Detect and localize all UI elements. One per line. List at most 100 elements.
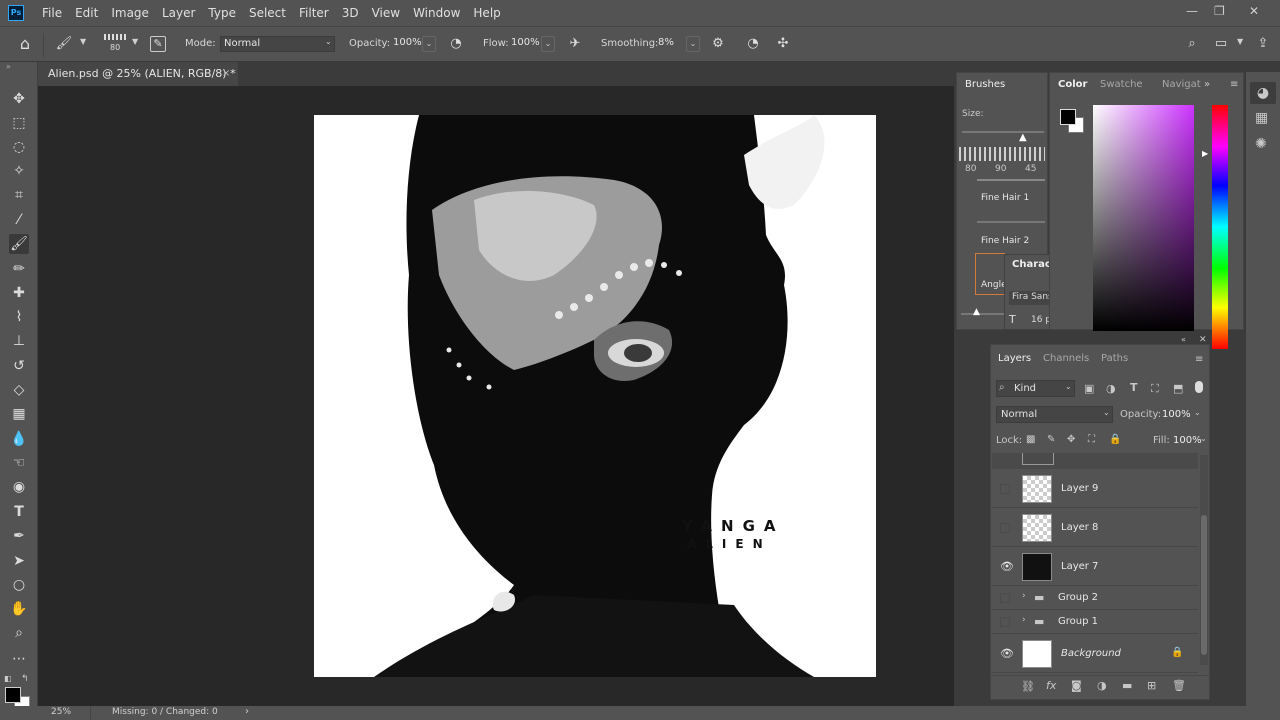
healing-brush-tool-icon[interactable]: ✚	[9, 283, 29, 303]
brush-presets-strip[interactable]	[959, 147, 1045, 161]
menu-filter[interactable]: Filter	[299, 6, 329, 20]
fx-icon[interactable]: fx	[1046, 679, 1056, 692]
layers-scrollbar-thumb[interactable]	[1201, 515, 1207, 655]
share-icon[interactable]: ⇪	[1254, 35, 1272, 53]
layers-scrollbar[interactable]	[1200, 455, 1208, 665]
menu-select[interactable]: Select	[249, 6, 286, 20]
eyedropper-tool-icon[interactable]: ⁄	[9, 210, 29, 230]
filter-toggle-icon[interactable]	[1195, 381, 1203, 393]
chevron-down-icon[interactable]: ▼	[80, 37, 86, 46]
visibility-toggle[interactable]	[1000, 593, 1010, 603]
opacity-input[interactable]: 100%	[390, 36, 422, 52]
filter-type-icon[interactable]: T	[1130, 381, 1138, 394]
tab-navigator[interactable]: Navigat	[1162, 73, 1201, 97]
airbrush-icon[interactable]: ✈	[566, 35, 584, 53]
mode-select[interactable]: Normal	[220, 36, 335, 52]
chevron-right-icon[interactable]: ›	[245, 706, 249, 717]
collapse-toolbox-icon[interactable]: »	[6, 62, 11, 71]
chevron-down-icon[interactable]: ⌄	[1194, 408, 1201, 417]
home-icon[interactable]: ⌂	[16, 35, 34, 53]
layer-opacity-value[interactable]: 100%	[1162, 409, 1191, 420]
brush-preset-fine-hair-2[interactable]: Fine Hair 2	[981, 236, 1029, 246]
brush-bottom-slider-handle[interactable]: ▲	[973, 307, 980, 317]
filter-pixel-icon[interactable]: ▣	[1084, 382, 1094, 395]
lock-artboard-icon[interactable]: ⛶	[1088, 434, 1095, 445]
foreground-color-chip[interactable]	[1060, 109, 1076, 125]
delete-layer-icon[interactable]: 🗑	[1172, 679, 1186, 692]
mixer-brush-tool-icon[interactable]: ⌇	[9, 307, 29, 327]
menu-file[interactable]: File	[42, 6, 62, 20]
panel-menu-icon[interactable]: ≡	[1195, 354, 1203, 365]
color-palette-icon[interactable]: ◕	[1250, 82, 1276, 104]
layer-row-layer-7[interactable]: 👁 Layer 7	[992, 548, 1198, 586]
blur-tool-icon[interactable]: 💧	[9, 429, 29, 449]
clone-stamp-tool-icon[interactable]: ⊥	[9, 331, 29, 351]
ellipse-tool-icon[interactable]: ○	[9, 575, 29, 595]
layer-row-background[interactable]: 👁 Background 🔒	[992, 635, 1198, 673]
menu-layer[interactable]: Layer	[162, 6, 195, 20]
add-mask-icon[interactable]: ◙	[1071, 679, 1082, 692]
tab-paths[interactable]: Paths	[1101, 347, 1128, 371]
lock-position-icon[interactable]: ✥	[1067, 434, 1075, 445]
flow-input[interactable]: 100%	[508, 36, 540, 52]
flow-dropdown-icon[interactable]: ⌄	[541, 36, 555, 52]
hand-tool-icon[interactable]: ✋	[9, 599, 29, 619]
menu-help[interactable]: Help	[473, 6, 500, 20]
layer-list-top-partial[interactable]	[992, 453, 1198, 469]
panel-menu-icon[interactable]: ≡	[1230, 79, 1238, 90]
color-field[interactable]	[1093, 105, 1194, 331]
visibility-toggle[interactable]	[1000, 484, 1010, 494]
tab-channels[interactable]: Channels	[1043, 347, 1089, 371]
layer-row-layer-9[interactable]: Layer 9	[992, 470, 1198, 508]
brush-size-slider[interactable]	[962, 131, 1044, 133]
new-group-icon[interactable]: ▬	[1122, 679, 1132, 692]
lock-transparent-icon[interactable]: ▩	[1026, 434, 1035, 445]
tab-color[interactable]: Color	[1058, 73, 1087, 97]
adjustment-layer-icon[interactable]: ◑	[1097, 679, 1107, 692]
filter-smart-object-icon[interactable]: ⬒	[1173, 382, 1183, 395]
move-tool-icon[interactable]: ✥	[9, 89, 29, 109]
pressure-size-icon[interactable]: ◔	[744, 35, 762, 53]
hue-slider-handle[interactable]: ▶	[1202, 149, 1208, 158]
symmetry-icon[interactable]: ✣	[774, 35, 792, 53]
menu-3d[interactable]: 3D	[342, 6, 359, 20]
foreground-color-swatch[interactable]	[5, 687, 21, 703]
menu-image[interactable]: Image	[111, 6, 149, 20]
marquee-tool-icon[interactable]: ⬚	[9, 113, 29, 133]
layer-row-layer-8[interactable]: Layer 8	[992, 509, 1198, 547]
chevron-down-icon[interactable]: ⌄	[1200, 434, 1207, 443]
smoothing-input[interactable]: 8%	[655, 36, 685, 52]
layer-filter-kind[interactable]: ⌕ Kind ⌄	[996, 380, 1075, 397]
brush-tool-preset-icon[interactable]: 🖌	[55, 35, 73, 53]
document-tab[interactable]: Alien.psd @ 25% (ALIEN, RGB/8) *	[38, 62, 238, 86]
opacity-dropdown-icon[interactable]: ⌄	[422, 36, 436, 52]
dodge-tool-icon[interactable]: ◉	[9, 477, 29, 497]
close-panel-icon[interactable]: ✕	[1199, 335, 1207, 345]
zoom-level[interactable]: 25%	[51, 707, 71, 717]
font-family-field[interactable]: Fira Sans	[1009, 291, 1053, 305]
gradient-tool-icon[interactable]: ▦	[9, 404, 29, 424]
menu-edit[interactable]: Edit	[75, 6, 98, 20]
lasso-tool-icon[interactable]: ◌	[9, 137, 29, 157]
filter-shape-icon[interactable]: ⛶	[1151, 382, 1159, 396]
path-selection-tool-icon[interactable]: ➤	[9, 551, 29, 571]
chevron-down-icon[interactable]: ▼	[132, 37, 138, 46]
close-tab-icon[interactable]: ×	[222, 62, 230, 86]
link-layers-icon[interactable]: ⛓	[1021, 680, 1035, 693]
swatches-grid-icon[interactable]: ▦	[1255, 110, 1268, 126]
tab-layers[interactable]: Layers	[998, 347, 1031, 371]
brush-preset-fine-hair-1[interactable]: Fine Hair 1	[981, 193, 1029, 203]
filter-adjustment-icon[interactable]: ◑	[1106, 382, 1116, 395]
pressure-opacity-icon[interactable]: ◔	[447, 35, 465, 53]
lock-image-icon[interactable]: ✎	[1047, 434, 1055, 445]
document-canvas[interactable]: YANGA ALIEN	[314, 115, 876, 677]
chevron-down-icon[interactable]: ▼	[1237, 37, 1243, 46]
swap-colors-icon[interactable]: ↰	[21, 674, 29, 684]
brush-tool-icon[interactable]: 🖌	[9, 234, 29, 254]
menu-window[interactable]: Window	[413, 6, 460, 20]
chevron-right-icon[interactable]: ›	[1022, 591, 1026, 601]
eraser-tool-icon[interactable]: ◇	[9, 380, 29, 400]
gear-icon[interactable]: ⚙	[709, 35, 727, 53]
search-icon[interactable]: ⌕	[1183, 35, 1201, 53]
blend-mode-select[interactable]: Normal ⌄	[996, 406, 1113, 423]
